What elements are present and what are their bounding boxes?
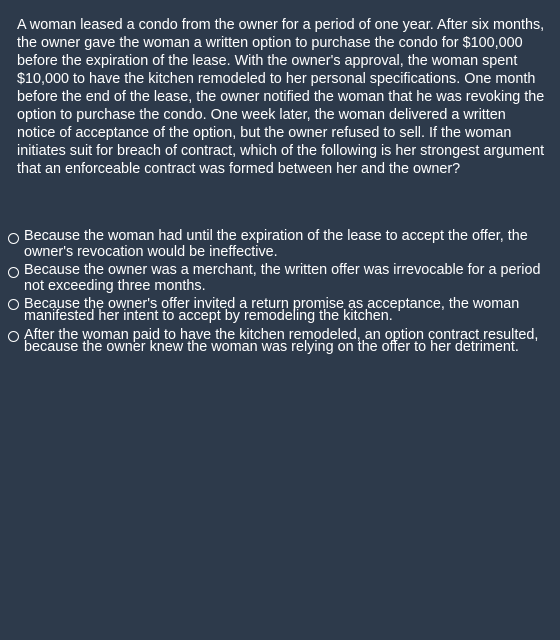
answer-option-label: Because the owner's offer invited a retu…: [24, 296, 520, 324]
radio-button-icon[interactable]: [8, 267, 19, 278]
answer-option-4[interactable]: After the woman paid to have the kitchen…: [0, 327, 544, 355]
radio-button-icon[interactable]: [8, 233, 19, 244]
radio-button-icon[interactable]: [8, 299, 19, 310]
answer-option-2[interactable]: Because the owner was a merchant, the wr…: [0, 262, 544, 294]
answer-option-label: Because the woman had until the expirati…: [24, 228, 528, 260]
answer-options: Because the woman had until the expirati…: [0, 228, 560, 355]
answer-option-label: After the woman paid to have the kitchen…: [24, 327, 539, 355]
question-text: A woman leased a condo from the owner fo…: [17, 17, 545, 177]
radio-button-icon[interactable]: [8, 331, 19, 342]
answer-option-1[interactable]: Because the woman had until the expirati…: [0, 228, 544, 260]
answer-option-label: Because the owner was a merchant, the wr…: [24, 262, 541, 294]
answer-option-3[interactable]: Because the owner's offer invited a retu…: [0, 296, 544, 324]
